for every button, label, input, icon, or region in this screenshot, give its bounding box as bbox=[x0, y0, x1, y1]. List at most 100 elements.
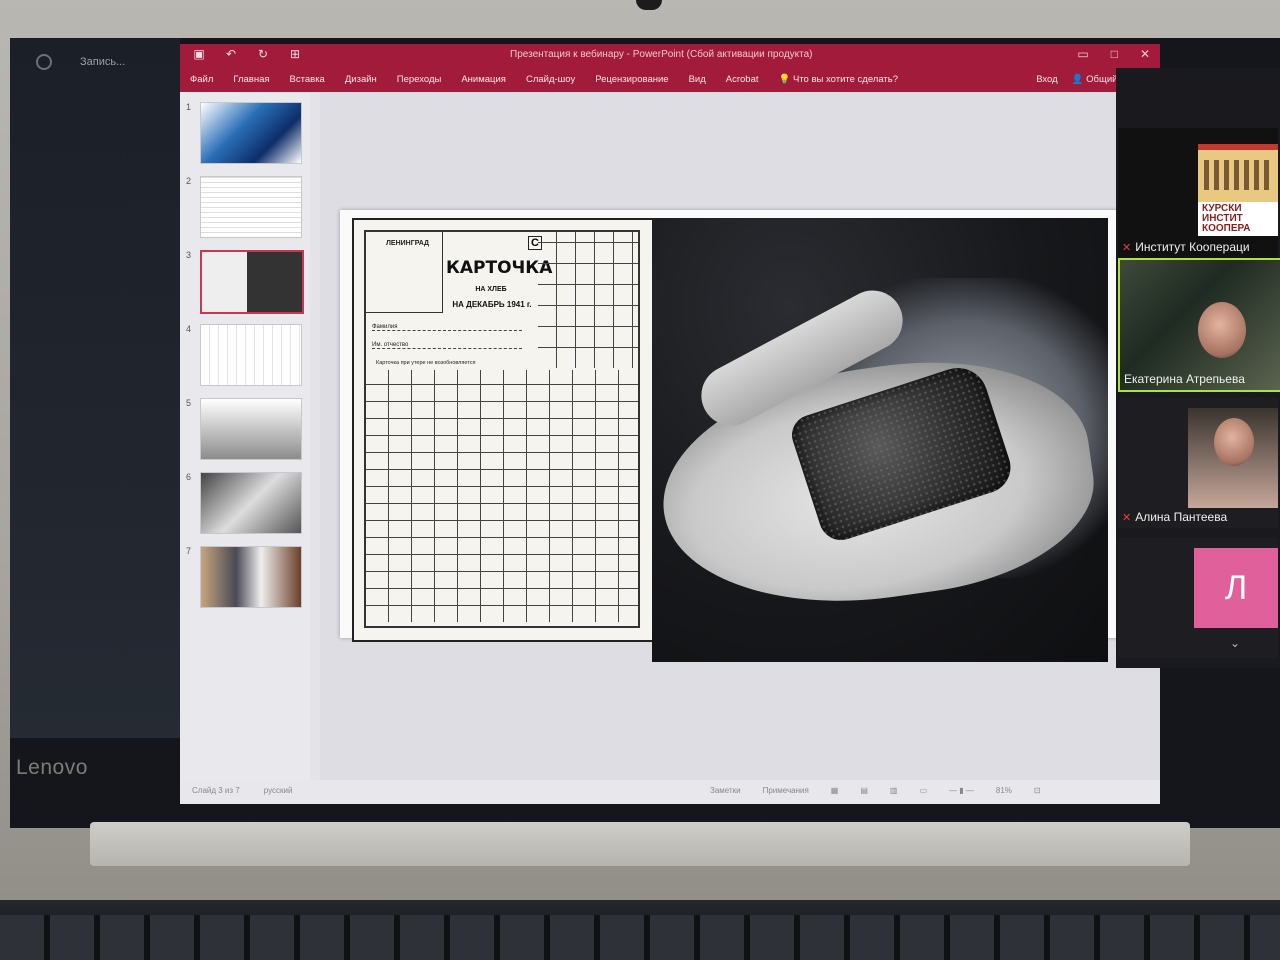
keyboard-keys bbox=[0, 915, 1280, 960]
zoom-share-background: Запись... bbox=[10, 38, 180, 738]
status-right: Заметки Примечания ▦ ▤ ▥ ▭ — ▮ — 81% ⊡ bbox=[710, 786, 1041, 795]
status-left: Слайд 3 из 7 русский bbox=[192, 786, 292, 795]
slide-thumbnail-7[interactable] bbox=[200, 546, 302, 608]
card-subtitle: НА ХЛЕБ bbox=[475, 286, 507, 293]
thumb-number: 1 bbox=[186, 102, 192, 112]
participant-tile[interactable]: ✕ Алина Пантеева bbox=[1118, 398, 1278, 528]
mic-muted-icon: ✕ bbox=[1122, 511, 1132, 524]
mic-muted-icon: ✕ bbox=[1122, 241, 1132, 254]
card-frame: ЛЕНИНГРАД С КАРТОЧКА НА ХЛЕБ НА ДЕКАБРЬ … bbox=[364, 230, 640, 628]
laptop-hinge bbox=[90, 822, 1190, 866]
zoom-slider[interactable]: — ▮ — bbox=[949, 786, 974, 795]
window-title: Презентация к вебинару - PowerPoint (Сбо… bbox=[510, 49, 813, 60]
participant-name: Екатерина Атрепьева bbox=[1124, 372, 1245, 386]
logo-line-3: КООПЕРА bbox=[1202, 223, 1251, 234]
participant-name-text: Екатерина Атрепьева bbox=[1124, 372, 1245, 386]
notes-button[interactable]: Заметки bbox=[710, 786, 741, 795]
thumb-number: 5 bbox=[186, 398, 192, 408]
participant-name-text: Институт Коопераци bbox=[1135, 240, 1250, 254]
chevron-down-icon[interactable]: ⌄ bbox=[1230, 636, 1240, 650]
slide-counter: Слайд 3 из 7 bbox=[192, 786, 240, 795]
participant-tile[interactable]: Л ⌄ bbox=[1118, 538, 1278, 658]
save-icon[interactable]: ▣ bbox=[192, 47, 206, 61]
recording-label: Запись... bbox=[80, 56, 126, 68]
card-city: ЛЕНИНГРАД bbox=[386, 240, 430, 247]
thumb-number: 3 bbox=[186, 250, 192, 260]
bread-ration-card: ЛЕНИНГРАД С КАРТОЧКА НА ХЛЕБ НА ДЕКАБРЬ … bbox=[352, 218, 654, 642]
card-coupons-grid bbox=[366, 370, 638, 622]
participant-video bbox=[1198, 302, 1246, 358]
slide-thumbnail-3[interactable] bbox=[200, 250, 304, 314]
slide-editing-area: ЛЕНИНГРАД С КАРТОЧКА НА ХЛЕБ НА ДЕКАБРЬ … bbox=[320, 92, 1160, 780]
laptop-brand: Lenovo bbox=[16, 756, 88, 779]
user-icon: 👤 bbox=[1071, 74, 1084, 85]
maximize-icon[interactable]: □ bbox=[1111, 47, 1118, 61]
zoom-participants-panel: КУРСКИ ИНСТИТ КООПЕРА ✕ Институт Коопера… bbox=[1116, 68, 1280, 668]
slide-thumbnail-2[interactable] bbox=[200, 176, 302, 238]
tab-design[interactable]: Дизайн bbox=[345, 74, 377, 85]
slide-thumbnail-1[interactable] bbox=[200, 102, 302, 164]
tell-me-label: Что вы хотите сделать? bbox=[792, 74, 899, 85]
language-indicator[interactable]: русский bbox=[264, 786, 293, 795]
thumb-number: 7 bbox=[186, 546, 192, 556]
tab-view[interactable]: Вид bbox=[689, 74, 706, 85]
card-note: Карточка при утере не возобновляется bbox=[376, 360, 476, 366]
participant-tile-active-speaker[interactable]: Екатерина Атрепьева bbox=[1118, 258, 1280, 392]
lightbulb-icon: 💡 bbox=[778, 74, 791, 85]
avatar: Л bbox=[1194, 548, 1278, 628]
tab-slideshow[interactable]: Слайд-шоу bbox=[526, 74, 575, 85]
tab-transitions[interactable]: Переходы bbox=[397, 74, 442, 85]
tab-file[interactable]: Файл bbox=[190, 74, 213, 85]
quick-access-toolbar: ▣ ↶ ↻ ⊞ bbox=[192, 47, 302, 61]
thumb-number: 2 bbox=[186, 176, 192, 186]
ribbon-tabs: Файл Главная Вставка Дизайн Переходы Ани… bbox=[190, 74, 898, 85]
normal-view-icon[interactable]: ▦ bbox=[831, 786, 839, 795]
slide-thumbnail-pane: 1 2 3 4 5 6 7 bbox=[180, 92, 310, 780]
record-icon bbox=[36, 54, 52, 70]
present-icon[interactable]: ⊞ bbox=[288, 47, 302, 61]
card-coupons-top bbox=[538, 232, 638, 368]
current-slide[interactable]: ЛЕНИНГРАД С КАРТОЧКА НА ХЛЕБ НА ДЕКАБРЬ … bbox=[340, 210, 1130, 662]
sign-in-link[interactable]: Вход bbox=[1036, 74, 1058, 85]
comments-button[interactable]: Примечания bbox=[763, 786, 809, 795]
redo-icon[interactable]: ↻ bbox=[256, 47, 270, 61]
close-icon[interactable]: ✕ bbox=[1140, 47, 1150, 61]
title-bar: ▣ ↶ ↻ ⊞ Презентация к вебинару - PowerPo… bbox=[180, 44, 1160, 66]
screen: Запись... ▣ ↶ ↻ ⊞ Презентация к вебинару… bbox=[10, 38, 1280, 828]
tab-home[interactable]: Главная bbox=[233, 74, 269, 85]
tell-me-box[interactable]: 💡 Что вы хотите сделать? bbox=[779, 74, 899, 85]
slide-thumbnail-5[interactable] bbox=[200, 398, 302, 460]
tab-insert[interactable]: Вставка bbox=[290, 74, 325, 85]
card-title: КАРТОЧКА bbox=[446, 258, 553, 278]
slide-thumbnail-6[interactable] bbox=[200, 472, 302, 534]
powerpoint-window: ▣ ↶ ↻ ⊞ Презентация к вебинару - PowerPo… bbox=[180, 44, 1160, 804]
window-controls: ▭ □ ✕ bbox=[1077, 47, 1150, 61]
slideshow-view-icon[interactable]: ▭ bbox=[919, 786, 927, 795]
slide-thumbnail-4[interactable] bbox=[200, 324, 302, 386]
bread-ration-photo bbox=[652, 218, 1108, 662]
undo-icon[interactable]: ↶ bbox=[224, 47, 238, 61]
reading-view-icon[interactable]: ▥ bbox=[890, 786, 898, 795]
logo-windows bbox=[1204, 160, 1274, 190]
participant-name: ✕ Институт Коопераци bbox=[1122, 240, 1250, 254]
ppt-body: 1 2 3 4 5 6 7 ЛЕНИНГРАД С КАРТОЧКА НА ХЛ… bbox=[180, 92, 1160, 780]
fit-slide-icon[interactable]: ⊡ bbox=[1034, 786, 1041, 795]
zoom-level[interactable]: 81% bbox=[996, 786, 1012, 795]
participant-tile-institute[interactable]: КУРСКИ ИНСТИТ КООПЕРА ✕ Институт Коопера… bbox=[1118, 128, 1278, 258]
thumb-number: 4 bbox=[186, 324, 192, 334]
card-field-name: Им. отчество bbox=[372, 342, 522, 349]
thumb-number: 6 bbox=[186, 472, 192, 482]
participant-name: ✕ Алина Пантеева bbox=[1122, 510, 1227, 524]
participant-name-text: Алина Пантеева bbox=[1135, 510, 1228, 524]
institute-logo-text: КУРСКИ ИНСТИТ КООПЕРА bbox=[1198, 202, 1278, 236]
card-field-surname: Фамилия bbox=[372, 324, 522, 331]
status-bar: Слайд 3 из 7 русский Заметки Примечания … bbox=[180, 780, 1160, 804]
ribbon: Файл Главная Вставка Дизайн Переходы Ани… bbox=[180, 66, 1160, 92]
tab-acrobat[interactable]: Acrobat bbox=[726, 74, 759, 85]
tab-review[interactable]: Рецензирование bbox=[595, 74, 668, 85]
tab-animations[interactable]: Анимация bbox=[461, 74, 506, 85]
sorter-view-icon[interactable]: ▤ bbox=[860, 786, 868, 795]
participant-face bbox=[1214, 418, 1254, 466]
card-month: НА ДЕКАБРЬ 1941 г. bbox=[452, 300, 532, 309]
minimize-icon[interactable]: ▭ bbox=[1077, 47, 1088, 61]
